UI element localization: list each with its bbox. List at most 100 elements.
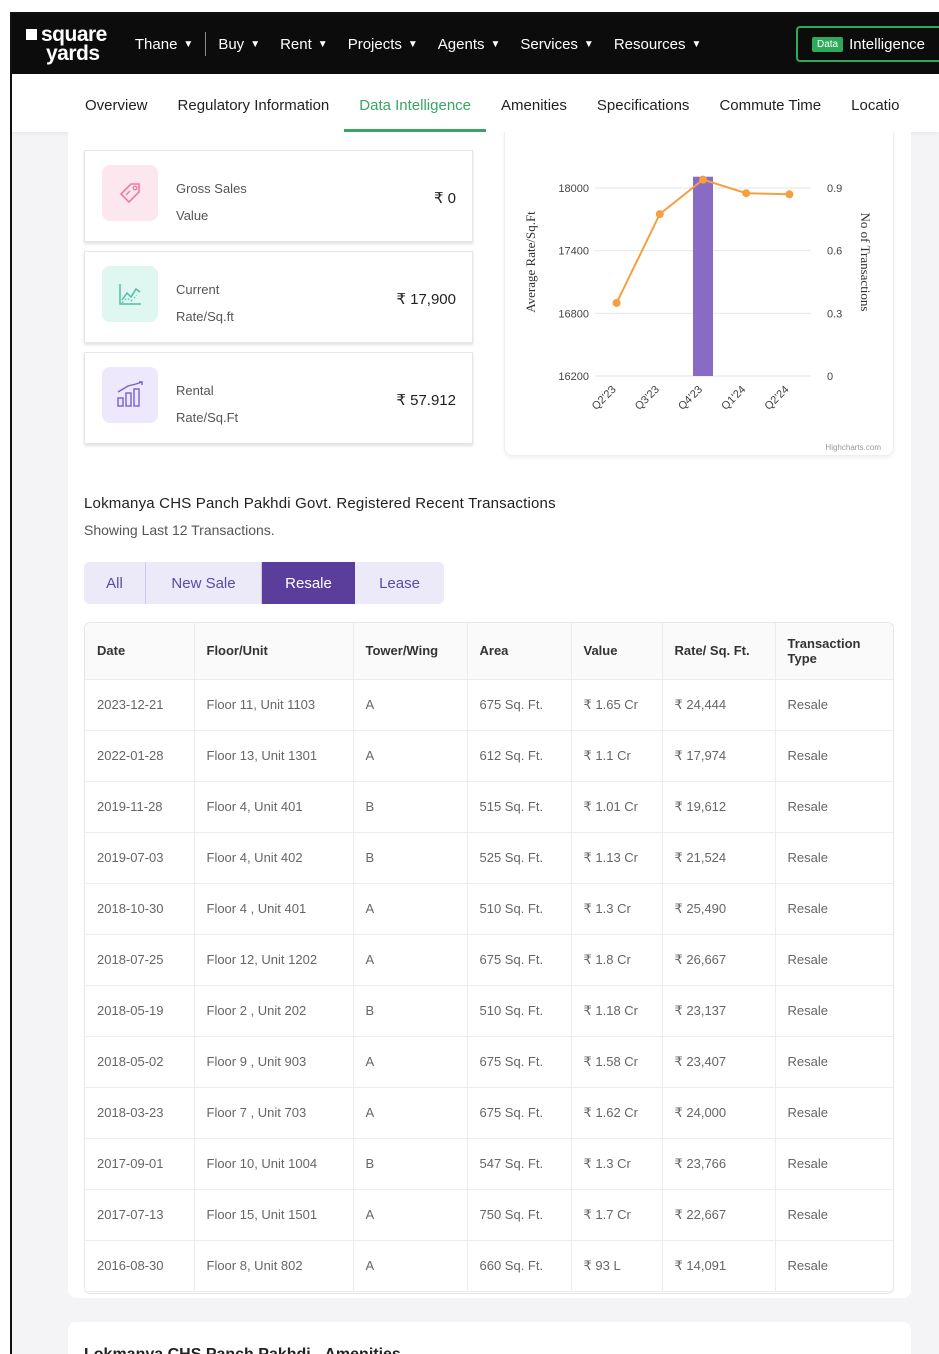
transactions-title: Lokmanya CHS Panch Pakhdi Govt. Register… <box>84 495 556 512</box>
table-cell: Floor 10, Unit 1004 <box>194 1138 354 1190</box>
intelligence-label: Intelligence <box>849 35 926 53</box>
filter-lease[interactable]: Lease <box>355 562 444 604</box>
table-cell: Floor 13, Unit 1301 <box>194 730 354 782</box>
table-row: 2017-07-13 Floor 15, Unit 1501 A 750 Sq. Ft… <box>85 1189 893 1241</box>
transaction-bar <box>693 176 713 376</box>
table-cell: 2018-05-02 <box>85 1036 195 1088</box>
table-cell: Resale <box>775 985 893 1037</box>
y-tick-label: 17400 <box>558 246 589 258</box>
table-cell: Resale <box>775 781 893 833</box>
table-cell: ₹ 1.3 Cr <box>571 883 663 935</box>
table-cell: Floor 15, Unit 1501 <box>194 1189 354 1241</box>
card-label: Rate/Sq.Ft <box>176 410 239 425</box>
table-cell: 750 Sq. Ft. <box>467 1189 572 1241</box>
x-tick-label: Q3'23 <box>633 384 662 413</box>
table-row: 2017-09-01 Floor 10, Unit 1004 B 547 Sq. Ft… <box>85 1138 893 1190</box>
rate-point <box>612 298 621 307</box>
table-row: 2018-05-02 Floor 9 , Unit 903 A 675 Sq. Ft.… <box>85 1036 893 1088</box>
rate-point <box>655 210 664 219</box>
card-label: Current <box>176 282 220 297</box>
table-cell: ₹ 23,766 <box>662 1138 776 1190</box>
rate-chart-svg: 18000 17400 16800 16200 0.9 0.6 0.3 0 Q2'23 Q3'23… <box>523 175 881 452</box>
transactions-table: Date Floor/Unit Tower/Wing Area Value Ra… <box>84 622 894 1294</box>
logo-square-icon <box>26 29 37 40</box>
column-header: Area <box>467 623 572 680</box>
nav-buy[interactable]: Buy ▼ <box>218 36 260 53</box>
rate-point <box>699 175 707 184</box>
table-cell: 2018-07-25 <box>85 934 195 986</box>
table-cell: 2022-01-28 <box>85 730 195 782</box>
table-cell: ₹ 1.62 Cr <box>571 1087 663 1139</box>
table-cell: ₹ 14,091 <box>662 1240 776 1292</box>
nav-projects[interactable]: Projects ▼ <box>348 36 418 53</box>
data-intelligence-button[interactable]: Data Intelligence <box>796 26 939 62</box>
rental-rate-card: Rental Rate/Sq.Ft ₹ 57.912 <box>84 352 473 444</box>
table-row: 2016-08-30 Floor 8, Unit 802 A 660 Sq. Ft. ₹… <box>85 1240 893 1292</box>
table-cell: ₹ 1.01 Cr <box>571 781 663 833</box>
rate-point <box>785 190 794 199</box>
table-cell: Floor 2 , Unit 202 <box>194 985 354 1037</box>
x-tick-label: Q2'23 <box>590 384 619 413</box>
tab-specifications[interactable]: Specifications <box>582 97 705 132</box>
chevron-down-icon: ▼ <box>317 38 328 50</box>
gross-sales-card: Gross Sales Value ₹ 0 <box>84 150 473 242</box>
table-cell: Resale <box>775 1240 893 1292</box>
table-cell: Resale <box>775 679 893 731</box>
table-cell: ₹ 17,974 <box>662 730 776 782</box>
table-cell: ₹ 1.65 Cr <box>571 679 663 731</box>
table-cell: Resale <box>775 832 893 884</box>
card-label: Gross Sales <box>176 181 247 196</box>
transactions-subtitle: Showing Last 12 Transactions. <box>84 522 275 538</box>
tab-overview[interactable]: Overview <box>70 97 163 132</box>
table-cell: 660 Sq. Ft. <box>467 1240 572 1292</box>
y-tick-label: 18000 <box>558 183 589 195</box>
filter-all[interactable]: All <box>84 562 146 604</box>
table-cell: Floor 8, Unit 802 <box>194 1240 354 1292</box>
table-cell: ₹ 24,444 <box>662 679 776 731</box>
y2-tick-label: 0.3 <box>827 308 842 320</box>
x-tick-label: Q1'24 <box>719 384 748 413</box>
table-cell: 2018-03-23 <box>85 1087 195 1139</box>
card-label: Value <box>176 208 209 223</box>
table-cell: Resale <box>775 883 893 935</box>
nav-rent[interactable]: Rent ▼ <box>280 36 328 53</box>
table-cell: 510 Sq. Ft. <box>467 883 572 935</box>
tab-data-intelligence[interactable]: Data Intelligence <box>344 97 487 132</box>
filter-new-sale[interactable]: New Sale <box>146 562 262 604</box>
table-cell: 2023-12-21 <box>85 679 195 731</box>
logo[interactable]: square yards <box>26 24 107 64</box>
column-header: Transaction Type <box>775 623 893 680</box>
nav-city[interactable]: Thane ▼ <box>135 36 193 53</box>
table-cell: Floor 12, Unit 1202 <box>194 934 354 986</box>
column-header: Rate/ Sq. Ft. <box>662 623 776 680</box>
tab-commute-time[interactable]: Commute Time <box>704 97 836 132</box>
nav-services[interactable]: Services ▼ <box>520 36 593 53</box>
table-cell: 2019-07-03 <box>85 832 195 884</box>
column-header: Date <box>85 623 195 680</box>
table-cell: ₹ 23,137 <box>662 985 776 1037</box>
tab-amenities[interactable]: Amenities <box>486 97 582 132</box>
table-cell: 547 Sq. Ft. <box>467 1138 572 1190</box>
table-cell: Floor 11, Unit 1103 <box>194 679 354 731</box>
table-cell: ₹ 25,490 <box>662 883 776 935</box>
y2-tick-label: 0 <box>827 371 833 383</box>
nav-resources[interactable]: Resources ▼ <box>614 36 702 53</box>
table-cell: ₹ 1.58 Cr <box>571 1036 663 1088</box>
amenities-title: Lokmanya CHS Panch Pakhdi - Amenities <box>84 1346 401 1354</box>
tab-regulatory-information[interactable]: Regulatory Information <box>163 97 345 132</box>
table-cell: 2018-05-19 <box>85 985 195 1037</box>
table-cell: ₹ 22,667 <box>662 1189 776 1241</box>
y-tick-label: 16800 <box>558 308 589 320</box>
nav-agents[interactable]: Agents ▼ <box>438 36 501 53</box>
data-pill: Data <box>812 36 844 52</box>
table-cell: Floor 7 , Unit 703 <box>194 1087 354 1139</box>
chevron-down-icon: ▼ <box>407 38 418 50</box>
filter-resale[interactable]: Resale <box>262 562 355 604</box>
transaction-filter-group: All New Sale Resale Lease <box>84 562 444 604</box>
rate-chart: 18000 17400 16800 16200 0.9 0.6 0.3 0 Q2'23 Q3'23… <box>504 132 894 456</box>
column-header: Floor/Unit <box>194 623 354 680</box>
table-header-row: Date Floor/Unit Tower/Wing Area Value Ra… <box>85 623 893 680</box>
tab-location[interactable]: Locatio <box>836 97 914 132</box>
current-rate-card: Current Rate/Sq.ft ₹ 17,900 <box>84 251 473 343</box>
table-cell: 2019-11-28 <box>85 781 195 833</box>
